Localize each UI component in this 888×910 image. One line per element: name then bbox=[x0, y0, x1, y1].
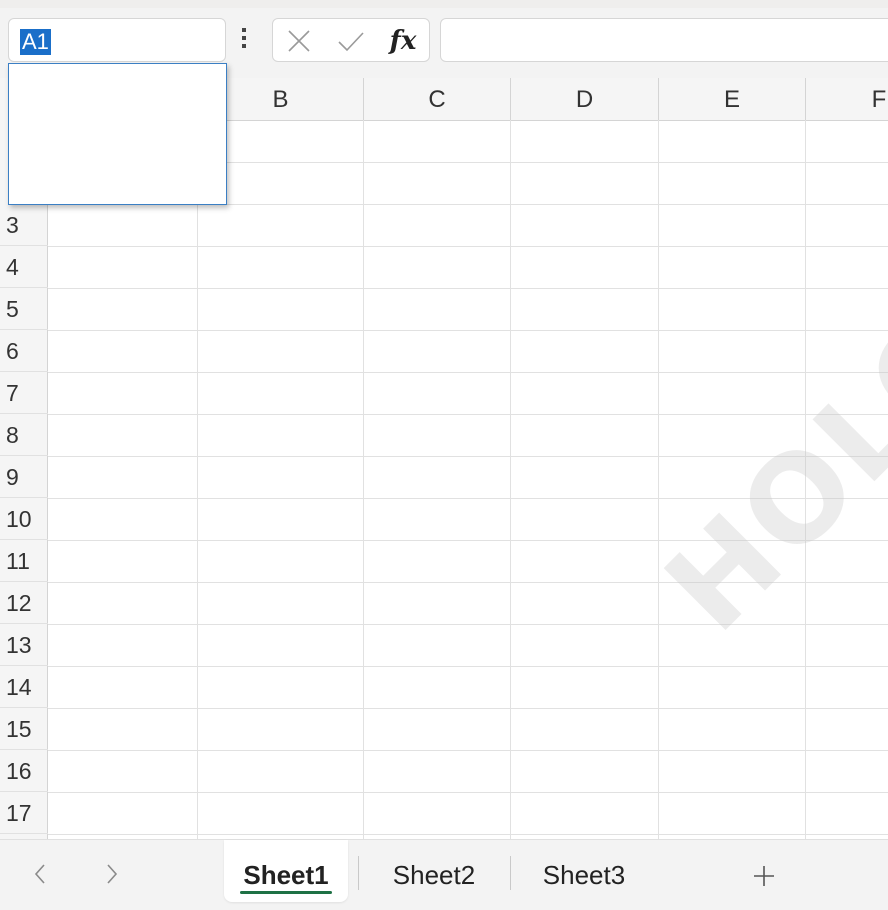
insert-function-button[interactable]: fx bbox=[385, 25, 421, 57]
tab-label: Sheet3 bbox=[542, 860, 626, 890]
row-header-17[interactable]: 17 bbox=[0, 792, 48, 834]
fx-icon: fx bbox=[389, 26, 417, 56]
gridline bbox=[48, 372, 888, 373]
gridline bbox=[48, 792, 888, 793]
column-header-f[interactable]: F bbox=[806, 78, 888, 120]
gridline bbox=[48, 330, 888, 331]
checkmark-icon bbox=[338, 32, 364, 52]
previous-sheet-button[interactable] bbox=[20, 854, 60, 894]
gridline bbox=[48, 456, 888, 457]
row-header-9[interactable]: 9 bbox=[0, 456, 48, 498]
tab-label: Sheet1 bbox=[243, 860, 329, 890]
tab-sheet1[interactable]: Sheet1 bbox=[224, 840, 348, 902]
name-box-dropdown[interactable] bbox=[8, 63, 227, 205]
enter-button[interactable] bbox=[333, 25, 369, 57]
name-box[interactable]: A1 bbox=[8, 18, 226, 62]
title-strip bbox=[0, 0, 888, 8]
cancel-button[interactable] bbox=[281, 25, 317, 57]
row-header-7[interactable]: 7 bbox=[0, 372, 48, 414]
tab-label: Sheet2 bbox=[392, 860, 476, 890]
row-header-15[interactable]: 15 bbox=[0, 708, 48, 750]
row-header-13[interactable]: 13 bbox=[0, 624, 48, 666]
gridline bbox=[48, 624, 888, 625]
add-sheet-button[interactable] bbox=[742, 854, 786, 898]
chevron-right-icon bbox=[107, 864, 118, 884]
gridline bbox=[48, 582, 888, 583]
formula-actions: fx bbox=[272, 18, 430, 62]
tab-sheet3[interactable]: Sheet3 bbox=[522, 840, 646, 902]
column-header-c[interactable]: C bbox=[364, 78, 511, 120]
gridline bbox=[48, 246, 888, 247]
gridline bbox=[48, 708, 888, 709]
row-header-10[interactable]: 10 bbox=[0, 498, 48, 540]
row-header-12[interactable]: 12 bbox=[0, 582, 48, 624]
tab-divider bbox=[358, 856, 359, 890]
gridline bbox=[48, 414, 888, 415]
plus-icon bbox=[754, 866, 774, 886]
sheet-tab-bar: Sheet1 Sheet2 Sheet3 bbox=[0, 839, 888, 910]
gridline bbox=[510, 120, 511, 839]
row-header-column: 3 4 5 6 7 8 9 10 11 12 13 14 15 16 17 bbox=[0, 120, 48, 839]
gridline bbox=[48, 750, 888, 751]
gridline bbox=[48, 666, 888, 667]
gridline bbox=[48, 540, 888, 541]
more-options-icon[interactable] bbox=[242, 28, 248, 54]
row-header-14[interactable]: 14 bbox=[0, 666, 48, 708]
gridline bbox=[658, 120, 659, 839]
next-sheet-button[interactable] bbox=[92, 854, 132, 894]
row-header-4[interactable]: 4 bbox=[0, 246, 48, 288]
formula-input[interactable] bbox=[440, 18, 888, 62]
gridline bbox=[48, 834, 888, 835]
tab-divider bbox=[510, 856, 511, 890]
gridline bbox=[48, 288, 888, 289]
row-header-5[interactable]: 5 bbox=[0, 288, 48, 330]
gridline bbox=[197, 120, 198, 839]
active-tab-indicator bbox=[240, 891, 332, 894]
gridline bbox=[48, 498, 888, 499]
chevron-left-icon bbox=[34, 864, 45, 884]
close-icon bbox=[288, 30, 310, 52]
column-header-e[interactable]: E bbox=[659, 78, 806, 120]
gridline bbox=[805, 120, 806, 839]
tab-sheet2[interactable]: Sheet2 bbox=[372, 840, 496, 902]
column-header-d[interactable]: D bbox=[511, 78, 659, 120]
gridline bbox=[363, 120, 364, 839]
row-header-16[interactable]: 16 bbox=[0, 750, 48, 792]
row-header-11[interactable]: 11 bbox=[0, 540, 48, 582]
row-header-6[interactable]: 6 bbox=[0, 330, 48, 372]
row-header-3[interactable]: 3 bbox=[0, 204, 48, 246]
row-header-8[interactable]: 8 bbox=[0, 414, 48, 456]
name-box-value[interactable]: A1 bbox=[20, 29, 51, 55]
